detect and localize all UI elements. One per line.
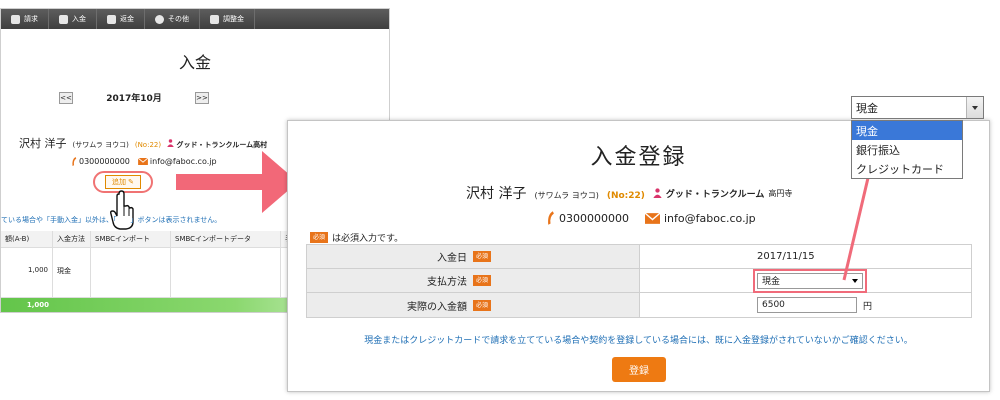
required-badge: 必須 (472, 275, 491, 286)
customer-contact: 0300000000 info@faboc.co.jp (546, 211, 756, 225)
column-header: 額(A-B) (1, 231, 53, 247)
amount-input[interactable]: 6500 (757, 297, 857, 313)
date-label: 入金日 必須 (307, 245, 640, 268)
toolbar-item-payment[interactable]: 入金 (49, 9, 97, 29)
date-value[interactable]: 2017/11/15 (757, 251, 815, 262)
customer-header: 沢村 洋子 (サワムラ ヨウコ) (No:22) グッド・トランクルーム 高円寺 (466, 183, 792, 203)
dropdown-option-cash[interactable]: 現金 (852, 121, 962, 140)
method-label: 支払方法 必須 (307, 269, 640, 292)
more-icon (155, 14, 164, 24)
toolbar-item-refund[interactable]: 返金 (97, 9, 145, 29)
toolbar: 請求 入金 返金 その他 調整金 (1, 9, 389, 29)
table-total: 1,000 (26, 301, 49, 309)
customer-name: 沢村 洋子 (466, 186, 527, 202)
amount-label: 実際の入金額 必須 (307, 293, 640, 317)
phone-icon (72, 157, 77, 166)
mail-icon (137, 158, 148, 165)
date-field[interactable]: 2017/11/15 (640, 245, 971, 268)
next-month-button[interactable]: >> (194, 91, 209, 104)
add-payment-button[interactable]: 追加 ✎ (104, 175, 142, 189)
required-note: 必須 は必須入力です。 (310, 231, 403, 244)
email-item: info@faboc.co.jp (645, 212, 756, 225)
column-header: SMBCインポート (91, 231, 171, 247)
customer-number: (No:22) (606, 191, 645, 201)
required-badge: 必須 (472, 299, 491, 311)
form-row-amount: 実際の入金額 必須 6500 円 (307, 293, 971, 317)
required-badge: 必須 (472, 251, 491, 262)
dropdown-option-credit-card[interactable]: クレジットカード (852, 159, 962, 178)
register-button[interactable]: 登録 (612, 357, 666, 382)
month-navigator: << 2017年10月 >> (59, 91, 209, 104)
mail-icon (645, 212, 660, 224)
required-badge: 必須 (310, 232, 329, 243)
column-header: 入金方法 (53, 231, 91, 247)
sliders-icon (210, 14, 219, 24)
dropdown-toggle[interactable] (966, 97, 983, 118)
payment-method-dropdown: 現金 現金 銀行振込 クレジットカード (851, 96, 984, 179)
user-icon (59, 14, 68, 24)
table-cell: 1,000 (1, 248, 53, 297)
dropdown-option-bank-transfer[interactable]: 銀行振込 (852, 140, 962, 159)
refund-icon (107, 14, 116, 24)
phone-item: 0300000000 (71, 157, 130, 166)
dropdown-options: 現金 銀行振込 クレジットカード (851, 120, 963, 179)
person-icon (167, 139, 174, 147)
dropdown-select[interactable]: 現金 (851, 96, 984, 119)
toolbar-item-adjustment[interactable]: 調整金 (200, 9, 255, 29)
arrow-right-icon (176, 151, 298, 213)
phone-item: 0300000000 (546, 211, 629, 225)
prev-month-button[interactable]: << (59, 91, 73, 104)
customer-kana: (サワムラ ヨウコ) (72, 141, 129, 149)
info-text: 現金またはクレジットカードで請求を立てている場合や契約を登録している場合には、既… (364, 336, 913, 346)
table-cell (91, 248, 171, 297)
customer-kana: (サワムラ ヨウコ) (534, 191, 599, 200)
toolbar-item-other[interactable]: その他 (145, 9, 200, 29)
customer-shop: グッド・トランクルーム 高円寺 (653, 187, 792, 200)
amount-unit: 円 (863, 301, 873, 312)
customer-name: 沢村 洋子 (19, 137, 67, 150)
table-cell: 現金 (53, 248, 91, 297)
month-label: 2017年10月 (106, 94, 162, 104)
document-icon (11, 14, 20, 24)
person-icon (653, 188, 662, 198)
table-cell (171, 248, 281, 297)
phone-icon (548, 211, 554, 225)
callout-line (842, 177, 870, 281)
column-header: SMBCインポートデータ (171, 231, 281, 247)
customer-number: (No:22) (134, 141, 162, 149)
caret-down-icon (972, 105, 978, 110)
page-title: 入金 (178, 53, 211, 72)
toolbar-item-billing[interactable]: 請求 (1, 9, 49, 29)
